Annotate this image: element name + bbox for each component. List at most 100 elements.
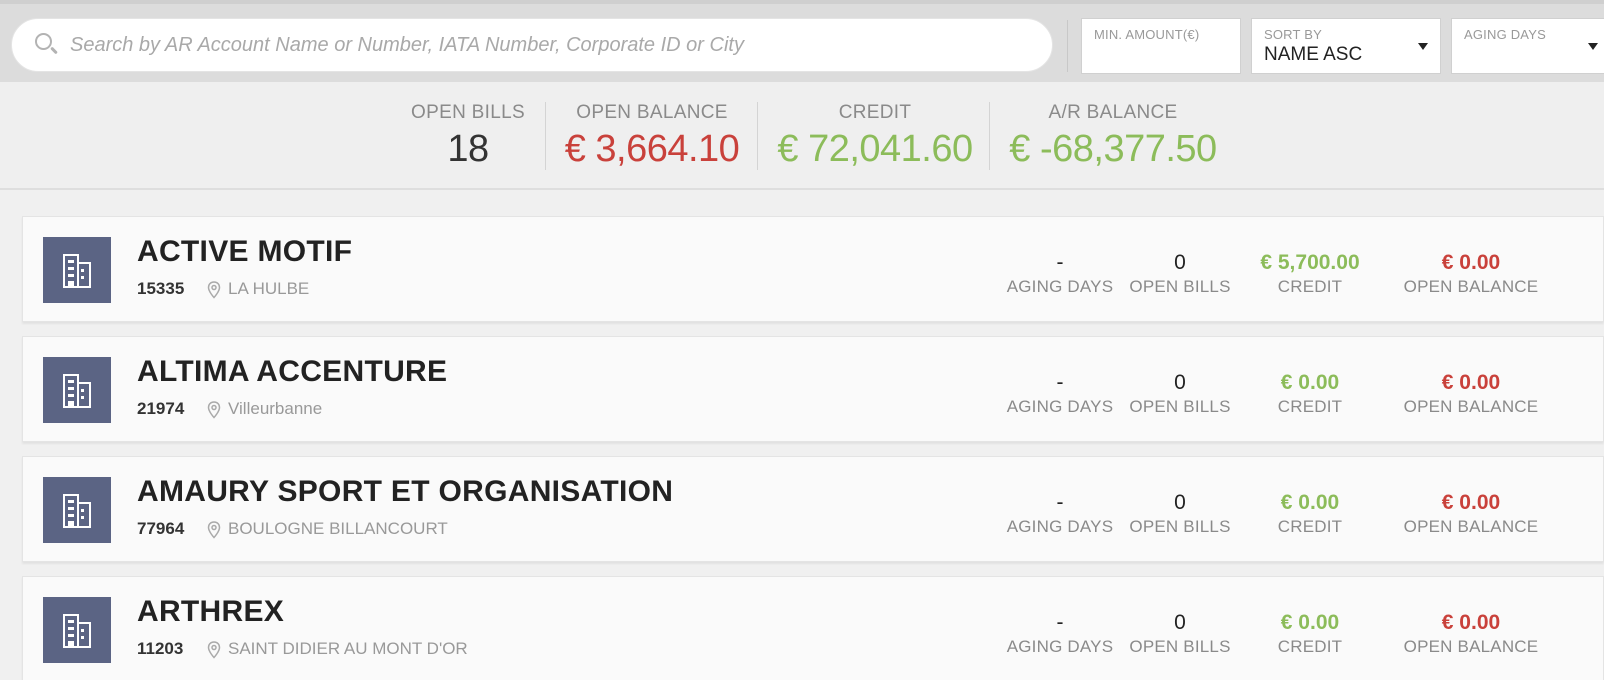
account-card[interactable]: ACTIVE MOTIF 15335 LA HULBE - AGING DAYS…: [22, 216, 1604, 322]
min-amount-field[interactable]: MIN. AMOUNT(€): [1081, 18, 1241, 74]
account-name[interactable]: ARTHREX: [137, 595, 284, 629]
account-card[interactable]: AMAURY SPORT ET ORGANISATION 77964 BOULO…: [22, 456, 1604, 562]
summary-credit-label: CREDIT: [838, 102, 912, 123]
summary-ar-balance-label: A/R BALANCE: [1048, 102, 1178, 123]
aging-days-select[interactable]: AGING DAYS: [1451, 18, 1604, 74]
metric-aging-days-value: -: [1056, 611, 1064, 634]
summary-ar-balance-value: € -68,377.50: [1009, 128, 1217, 170]
location-pin-icon: [207, 641, 221, 659]
sort-by-value: NAME ASC: [1264, 44, 1363, 65]
account-name[interactable]: ALTIMA ACCENTURE: [137, 355, 447, 389]
account-number: 21974: [137, 399, 185, 418]
location-pin-icon: [207, 281, 221, 299]
account-card[interactable]: ARTHREX 11203 SAINT DIDIER AU MONT D'OR …: [22, 576, 1604, 680]
metric-aging-days-label: AGING DAYS: [1006, 637, 1114, 656]
metric-aging-days: - AGING DAYS: [990, 611, 1130, 657]
metric-credit-label: CREDIT: [1277, 397, 1343, 416]
summary-ar-balance: A/R BALANCE € -68,377.50: [1000, 102, 1226, 171]
metric-open-bills-label: OPEN BILLS: [1129, 517, 1231, 536]
metric-open-balance-value: € 0.00: [1441, 611, 1501, 634]
account-name[interactable]: AMAURY SPORT ET ORGANISATION: [137, 475, 673, 509]
summary-open-balance-value: € 3,664.10: [564, 128, 740, 170]
search-input[interactable]: [70, 33, 1052, 57]
summary-open-balance: OPEN BALANCE € 3,664.10: [560, 102, 744, 171]
account-number: 77964: [137, 519, 185, 538]
metric-credit-value: € 0.00: [1280, 491, 1340, 514]
metric-open-bills-label: OPEN BILLS: [1129, 277, 1231, 296]
metric-credit-value: € 0.00: [1280, 611, 1340, 634]
account-city: LA HULBE: [228, 279, 310, 298]
filter-separator: [1067, 20, 1068, 72]
summary-divider: [757, 102, 758, 170]
sort-by-label: SORT BY: [1264, 27, 1322, 42]
metric-aging-days-value: -: [1056, 371, 1064, 394]
summary-divider: [545, 102, 546, 170]
metric-aging-days: - AGING DAYS: [990, 371, 1130, 417]
metric-credit-label: CREDIT: [1277, 637, 1343, 656]
building-icon: [43, 597, 111, 663]
metric-open-balance: € 0.00 OPEN BALANCE: [1401, 251, 1541, 297]
metric-open-balance-label: OPEN BALANCE: [1403, 397, 1539, 416]
chevron-down-icon: [1418, 43, 1428, 50]
location-pin-icon: [207, 401, 221, 419]
metric-open-bills: 0 OPEN BILLS: [1110, 611, 1250, 657]
metric-aging-days-label: AGING DAYS: [1006, 517, 1114, 536]
summary-open-balance-label: OPEN BALANCE: [576, 102, 728, 123]
account-city: SAINT DIDIER AU MONT D'OR: [228, 639, 468, 658]
metric-open-bills: 0 OPEN BILLS: [1110, 491, 1250, 537]
metric-aging-days-label: AGING DAYS: [1006, 397, 1114, 416]
summary-open-bills: OPEN BILLS 18: [406, 102, 530, 171]
metric-open-balance-label: OPEN BALANCE: [1403, 277, 1539, 296]
metric-open-bills-label: OPEN BILLS: [1129, 397, 1231, 416]
summary-credit: CREDIT € 72,041.60: [770, 102, 980, 171]
metric-open-bills-value: 0: [1174, 251, 1186, 274]
aging-days-label: AGING DAYS: [1464, 27, 1546, 42]
metric-open-balance-label: OPEN BALANCE: [1403, 517, 1539, 536]
account-city: Villeurbanne: [228, 399, 323, 418]
metric-aging-days-value: -: [1056, 251, 1064, 274]
summary-open-bills-label: OPEN BILLS: [411, 102, 525, 123]
metric-credit-value: € 5,700.00: [1260, 251, 1360, 274]
filter-bar: MIN. AMOUNT(€) SORT BY NAME ASC AGING DA…: [0, 0, 1604, 82]
summary-credit-value: € 72,041.60: [777, 128, 973, 170]
metric-open-balance-label: OPEN BALANCE: [1403, 637, 1539, 656]
metric-credit-value: € 0.00: [1280, 371, 1340, 394]
metric-open-balance: € 0.00 OPEN BALANCE: [1401, 371, 1541, 417]
summary-divider: [989, 102, 990, 170]
account-number: 11203: [137, 639, 184, 658]
building-icon: [43, 477, 111, 543]
metric-open-balance-value: € 0.00: [1441, 491, 1501, 514]
metric-open-bills-value: 0: [1174, 611, 1186, 634]
location-pin-icon: [207, 521, 221, 539]
metric-open-balance-value: € 0.00: [1441, 371, 1501, 394]
account-card[interactable]: ALTIMA ACCENTURE 21974 Villeurbanne - AG…: [22, 336, 1604, 442]
building-icon: [43, 237, 111, 303]
metric-open-balance: € 0.00 OPEN BALANCE: [1401, 491, 1541, 537]
metric-credit-label: CREDIT: [1277, 517, 1343, 536]
min-amount-label: MIN. AMOUNT(€): [1094, 27, 1200, 42]
chevron-down-icon: [1588, 43, 1598, 50]
metric-credit: € 0.00 CREDIT: [1240, 611, 1380, 657]
metric-aging-days-value: -: [1056, 491, 1064, 514]
metric-open-bills: 0 OPEN BILLS: [1110, 251, 1250, 297]
metric-open-bills-value: 0: [1174, 371, 1186, 394]
search-box[interactable]: [11, 18, 1053, 72]
account-name[interactable]: ACTIVE MOTIF: [137, 235, 352, 269]
metric-open-bills-value: 0: [1174, 491, 1186, 514]
sort-by-select[interactable]: SORT BY NAME ASC: [1251, 18, 1441, 74]
metric-aging-days: - AGING DAYS: [990, 251, 1130, 297]
metric-credit: € 0.00 CREDIT: [1240, 491, 1380, 537]
metric-open-balance: € 0.00 OPEN BALANCE: [1401, 611, 1541, 657]
account-city: BOULOGNE BILLANCOURT: [228, 519, 448, 538]
search-icon: [34, 32, 60, 58]
metric-aging-days-label: AGING DAYS: [1006, 277, 1114, 296]
metric-aging-days: - AGING DAYS: [990, 491, 1130, 537]
metric-credit: € 0.00 CREDIT: [1240, 371, 1380, 417]
building-icon: [43, 357, 111, 423]
account-number: 15335: [137, 279, 185, 298]
metric-credit: € 5,700.00 CREDIT: [1240, 251, 1380, 297]
metric-open-bills: 0 OPEN BILLS: [1110, 371, 1250, 417]
metric-open-bills-label: OPEN BILLS: [1129, 637, 1231, 656]
metric-credit-label: CREDIT: [1277, 277, 1343, 296]
summary-bar: OPEN BILLS 18 OPEN BALANCE € 3,664.10 CR…: [0, 82, 1604, 190]
